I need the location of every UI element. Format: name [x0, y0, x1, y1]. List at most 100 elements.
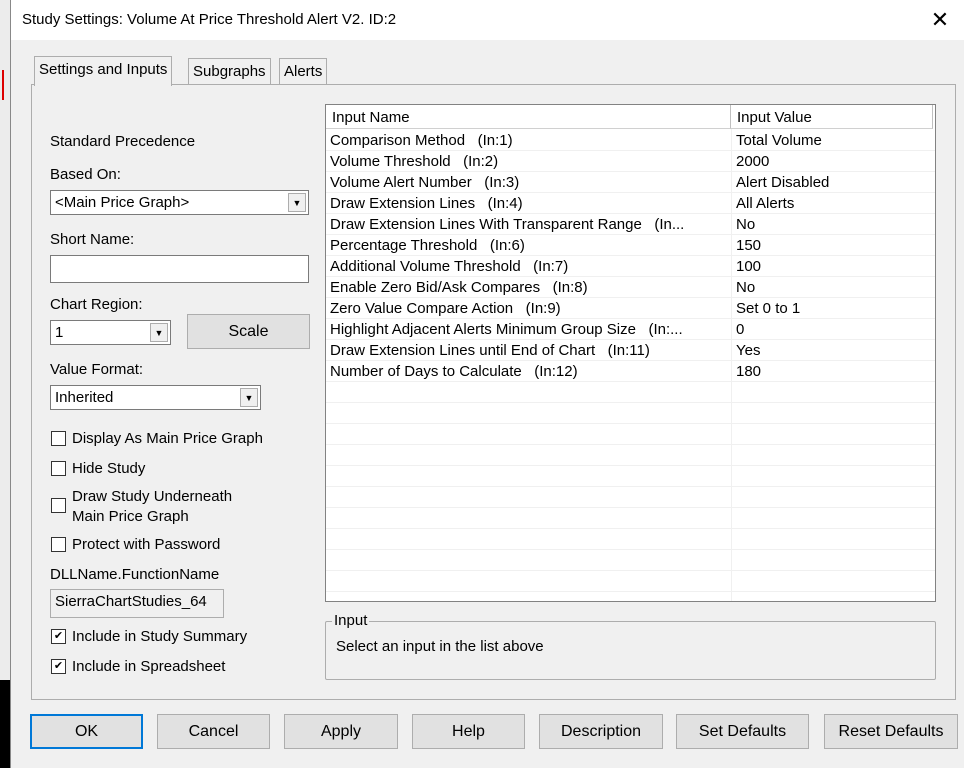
include-in-spreadsheet-checkbox[interactable]: ✔ — [51, 659, 66, 674]
column-header-input-value[interactable]: Input Value — [731, 105, 933, 129]
input-name-cell: Draw Extension Lines (In:4) — [330, 195, 523, 212]
input-value-cell[interactable]: All Alerts — [736, 195, 794, 212]
empty-table-row[interactable] — [326, 403, 935, 424]
input-name-cell: Volume Threshold (In:2) — [330, 153, 499, 170]
dll-name-label: DLLName.FunctionName — [50, 566, 220, 583]
input-description-group: Input Select an input in the list above — [325, 612, 936, 680]
input-name-cell: Zero Value Compare Action (In:9) — [330, 300, 561, 317]
tab-alerts[interactable]: Alerts — [279, 58, 328, 85]
table-row[interactable]: Highlight Adjacent Alerts Minimum Group … — [326, 319, 935, 340]
column-header-input-name[interactable]: Input Name — [326, 105, 731, 129]
input-name-cell: Draw Extension Lines With Transparent Ra… — [330, 216, 685, 233]
inputs-table[interactable]: Input Name Input Value Comparison Method… — [325, 104, 936, 602]
background-chart-bar — [2, 70, 8, 100]
table-row[interactable]: Zero Value Compare Action (In:9) Set 0 to… — [326, 298, 935, 319]
input-value-cell[interactable]: 180 — [736, 363, 761, 380]
background-window-dark — [0, 680, 10, 768]
input-value-cell[interactable]: No — [736, 279, 755, 296]
apply-button[interactable]: Apply — [284, 714, 398, 749]
chevron-down-icon: ▼ — [288, 193, 306, 212]
input-value-cell[interactable]: Yes — [736, 342, 760, 359]
draw-study-underneath-label-line2: Main Price Graph — [72, 508, 189, 525]
table-row[interactable]: Comparison Method (In:1) Total Volume — [326, 130, 935, 151]
hide-study-checkbox[interactable] — [51, 461, 66, 476]
short-name-input[interactable] — [50, 255, 309, 283]
table-row[interactable]: Number of Days to Calculate (In:12) 180 — [326, 361, 935, 382]
protect-with-password-label: Protect with Password — [72, 536, 221, 553]
empty-table-row[interactable] — [326, 550, 935, 571]
protect-with-password-checkbox[interactable] — [51, 537, 66, 552]
reset-defaults-button[interactable]: Reset Defaults — [824, 714, 958, 749]
short-name-label: Short Name: — [50, 231, 135, 248]
include-in-study-summary-checkbox[interactable]: ✔ — [51, 629, 66, 644]
input-value-cell[interactable]: Set 0 to 1 — [736, 300, 800, 317]
close-icon[interactable]: ✕ — [925, 5, 955, 35]
empty-table-row[interactable] — [326, 487, 935, 508]
input-name-cell: Draw Extension Lines until End of Chart … — [330, 342, 650, 359]
include-in-study-summary-label: Include in Study Summary — [72, 628, 248, 645]
tab-settings-and-inputs[interactable]: Settings and Inputs — [34, 56, 173, 86]
input-name-cell: Additional Volume Threshold (In:7) — [330, 258, 569, 275]
based-on-value: <Main Price Graph> — [55, 194, 190, 211]
empty-table-row[interactable] — [326, 445, 935, 466]
title-bar: Study Settings: Volume At Price Threshol… — [11, 0, 964, 40]
empty-table-row[interactable] — [326, 529, 935, 550]
empty-table-row[interactable] — [326, 424, 935, 445]
scale-button[interactable]: Scale — [187, 314, 310, 349]
table-row[interactable]: Additional Volume Threshold (In:7) 100 — [326, 256, 935, 277]
input-value-cell[interactable]: Alert Disabled — [736, 174, 829, 191]
value-format-select[interactable]: Inherited ▼ — [50, 385, 261, 410]
display-as-main-price-graph-checkbox[interactable] — [51, 431, 66, 446]
hide-study-label: Hide Study — [72, 460, 146, 477]
based-on-label: Based On: — [50, 166, 121, 183]
based-on-select[interactable]: <Main Price Graph> ▼ — [50, 190, 309, 215]
input-description-text: Select an input in the list above — [336, 638, 544, 655]
tab-subgraphs[interactable]: Subgraphs — [188, 58, 271, 85]
input-value-cell[interactable]: Total Volume — [736, 132, 822, 149]
table-row[interactable]: Volume Threshold (In:2) 2000 — [326, 151, 935, 172]
set-defaults-button[interactable]: Set Defaults — [676, 714, 809, 749]
help-button[interactable]: Help — [412, 714, 525, 749]
chart-region-value: 1 — [55, 324, 64, 341]
empty-table-row[interactable] — [326, 508, 935, 529]
chart-region-label: Chart Region: — [50, 296, 143, 313]
dll-name-field: SierraChartStudies_64 — [50, 589, 224, 618]
value-format-value: Inherited — [55, 389, 114, 406]
input-value-cell[interactable]: No — [736, 216, 755, 233]
chart-region-select[interactable]: 1 ▼ — [50, 320, 171, 345]
table-row[interactable]: Percentage Threshold (In:6) 150 — [326, 235, 935, 256]
input-value-cell[interactable]: 150 — [736, 237, 761, 254]
table-row[interactable]: Enable Zero Bid/Ask Compares (In:8) No — [326, 277, 935, 298]
table-row[interactable]: Draw Extension Lines until End of Chart … — [326, 340, 935, 361]
input-name-cell: Percentage Threshold (In:6) — [330, 237, 525, 254]
input-value-cell[interactable]: 2000 — [736, 153, 769, 170]
value-format-label: Value Format: — [50, 361, 144, 378]
input-value-cell[interactable]: 100 — [736, 258, 761, 275]
ok-button[interactable]: OK — [30, 714, 143, 749]
input-value-cell[interactable]: 0 — [736, 321, 744, 338]
input-name-cell: Volume Alert Number (In:3) — [330, 174, 520, 191]
table-row[interactable]: Draw Extension Lines (In:4) All Alerts — [326, 193, 935, 214]
empty-table-row[interactable] — [326, 592, 935, 601]
input-name-cell: Enable Zero Bid/Ask Compares (In:8) — [330, 279, 588, 296]
include-in-spreadsheet-label: Include in Spreadsheet — [72, 658, 226, 675]
empty-table-row[interactable] — [326, 571, 935, 592]
standard-precedence-label: Standard Precedence — [50, 133, 196, 150]
table-row[interactable]: Volume Alert Number (In:3) Alert Disabled — [326, 172, 935, 193]
draw-study-underneath-label: Draw Study Underneath — [72, 488, 233, 505]
chevron-down-icon: ▼ — [150, 323, 168, 342]
window-title: Study Settings: Volume At Price Threshol… — [22, 11, 397, 28]
chevron-down-icon: ▼ — [240, 388, 258, 407]
input-group-title: Input — [332, 612, 370, 629]
input-name-cell: Number of Days to Calculate (In:12) — [330, 363, 578, 380]
table-row[interactable]: Draw Extension Lines With Transparent Ra… — [326, 214, 935, 235]
background-window — [0, 0, 10, 768]
input-name-cell: Comparison Method (In:1) — [330, 132, 513, 149]
input-name-cell: Highlight Adjacent Alerts Minimum Group … — [330, 321, 683, 338]
description-button[interactable]: Description — [539, 714, 663, 749]
empty-table-row[interactable] — [326, 382, 935, 403]
display-as-main-price-graph-label: Display As Main Price Graph — [72, 430, 263, 447]
cancel-button[interactable]: Cancel — [157, 714, 270, 749]
draw-study-underneath-checkbox[interactable] — [51, 498, 66, 513]
empty-table-row[interactable] — [326, 466, 935, 487]
